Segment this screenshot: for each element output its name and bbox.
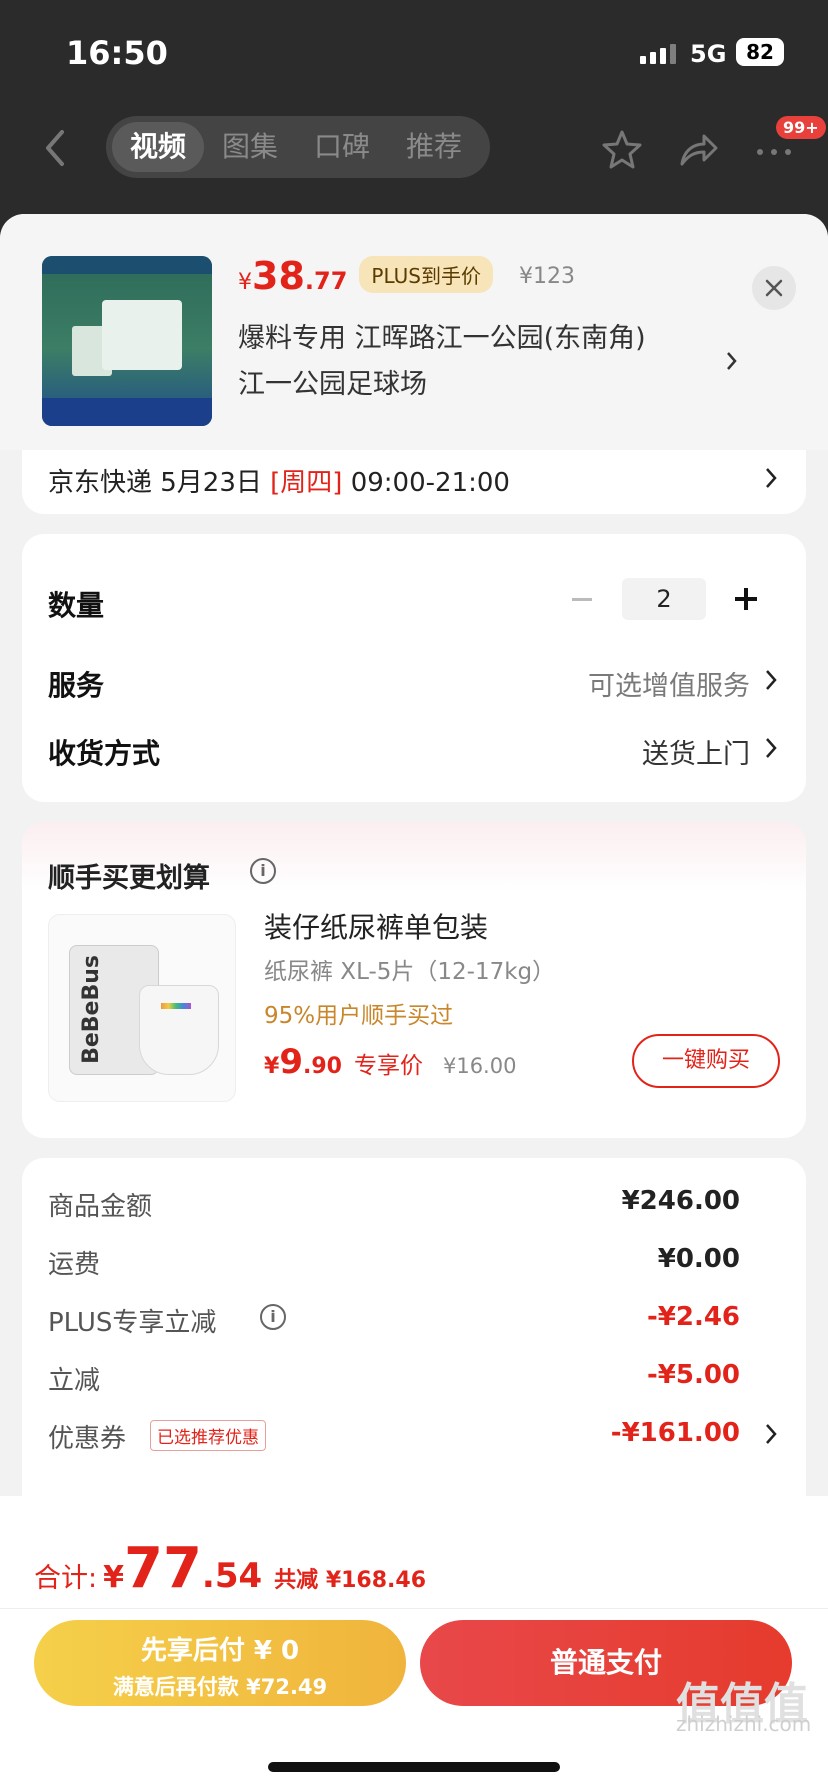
price-decimal: .77	[304, 267, 348, 295]
divider	[0, 1608, 828, 1609]
total-symbol: ¥	[103, 1560, 124, 1595]
quantity-label: 数量	[48, 589, 105, 622]
status-bar: 16:50 5G 82	[0, 0, 828, 100]
close-icon	[765, 279, 783, 297]
delivery-weekday: [周四]	[270, 468, 343, 498]
back-icon[interactable]	[40, 128, 70, 168]
bundle-price: ¥ 9 .90 专享价 ¥16.00	[264, 1042, 516, 1082]
bundle-price-tag: 专享价	[353, 1053, 423, 1079]
close-button[interactable]	[752, 266, 796, 310]
delivery-info: 京东快递 5月23日 [周四] 09:00-21:00	[48, 462, 510, 499]
chevron-right-icon	[766, 738, 777, 758]
coupon-value[interactable]: -¥161.00	[611, 1418, 740, 1448]
bundle-bought-hint: 95%用户顺手买过	[264, 1003, 454, 1029]
signal-icon	[640, 44, 676, 64]
total-decimal: .54	[201, 1556, 263, 1596]
bundle-product-name[interactable]: 装仔纸尿裤单包装	[264, 906, 488, 946]
bundle-product-image[interactable]: BeBeBus	[48, 914, 236, 1102]
summary-label: 立减	[48, 1366, 101, 1396]
summary-label: 商品金额	[48, 1192, 153, 1222]
plus-price-tag: PLUS到手价	[359, 256, 493, 293]
service-label: 服务	[48, 669, 105, 702]
quantity-input[interactable]: 2	[622, 578, 706, 620]
battery-icon: 82	[736, 38, 784, 66]
bundle-card: 顺手买更划算 i BeBeBus 装仔纸尿裤单包装 纸尿裤 XL-5片（12-1…	[22, 822, 806, 1138]
one-click-buy-button[interactable]: 一键购买	[632, 1034, 780, 1088]
delivery-carrier-date: 京东快递 5月23日	[48, 468, 271, 498]
service-value[interactable]: 可选增值服务	[588, 664, 750, 703]
coupon-label[interactable]: 优惠券	[48, 1418, 126, 1455]
bundle-original-price: ¥16.00	[442, 1054, 517, 1078]
pay-later-button[interactable]: 先享后付 ¥ 0 满意后再付款 ¥72.49	[34, 1620, 406, 1706]
bundle-price-integer: 9	[279, 1042, 303, 1082]
product-price: ¥ 38 .77 PLUS到手价 ¥123	[238, 254, 575, 299]
message-badge: 99+	[776, 116, 826, 139]
chevron-right-icon	[766, 670, 777, 690]
chevron-right-icon	[766, 1424, 777, 1444]
tab-gallery[interactable]: 图集	[204, 122, 296, 172]
bundle-price-decimal: .90	[302, 1054, 342, 1079]
total-label: 合计:	[34, 1563, 98, 1594]
summary-value: ¥0.00	[657, 1244, 740, 1274]
product-thumbnail	[42, 256, 212, 426]
summary-value: ¥246.00	[621, 1186, 740, 1216]
price-integer: 38	[252, 254, 305, 298]
options-card: 数量 2 服务 可选增值服务 收货方式 送货上门	[22, 534, 806, 802]
decrease-button[interactable]	[562, 579, 602, 619]
price-symbol: ¥	[238, 270, 252, 295]
media-tabs: 视频 图集 口碑 推荐	[106, 116, 490, 178]
top-nav: 视频 图集 口碑 推荐 99+	[0, 108, 828, 188]
bundle-image-brand: BeBeBus	[79, 955, 104, 1064]
address-line-2: 江一公园足球场	[238, 369, 427, 400]
increase-button[interactable]	[726, 579, 766, 619]
summary-label: PLUS专享立减	[48, 1308, 217, 1338]
tab-recommend[interactable]: 推荐	[388, 122, 480, 172]
bundle-price-symbol: ¥	[264, 1054, 280, 1079]
shipping-address[interactable]: 爆料专用 江晖路江一公园(东南角) 江一公园足球场	[238, 316, 718, 408]
home-indicator[interactable]	[268, 1762, 560, 1772]
bundle-title: 顺手买更划算	[48, 863, 210, 894]
product-header: ¥ 38 .77 PLUS到手价 ¥123 爆料专用 江晖路江一公园(东南角) …	[0, 214, 828, 450]
network-label: 5G	[690, 40, 727, 68]
shipping-method-value[interactable]: 送货上门	[642, 732, 750, 771]
star-icon[interactable]	[600, 128, 644, 172]
total-integer: 77	[123, 1536, 202, 1601]
chevron-right-icon	[727, 352, 737, 370]
quantity-stepper: 2	[562, 578, 766, 620]
address-line-1: 爆料专用 江晖路江一公园(东南角)	[238, 323, 646, 354]
watermark: zhizhizhi.com	[676, 1712, 812, 1736]
coupon-tag: 已选推荐优惠	[150, 1420, 266, 1451]
pay-later-subtitle: 满意后再付款 ¥72.49	[112, 1675, 328, 1699]
info-icon[interactable]: i	[260, 1304, 286, 1330]
delivery-time: 09:00-21:00	[342, 468, 510, 498]
share-icon[interactable]	[676, 128, 720, 172]
bundle-product-spec: 纸尿裤 XL-5片（12-17kg）	[264, 959, 556, 985]
checkout-bar: 合计: ¥ 77 .54 共减 ¥168.46 先享后付 ¥ 0 满意后再付款 …	[0, 1496, 828, 1792]
shipping-method-label: 收货方式	[48, 737, 161, 770]
total-saving: 共减 ¥168.46	[274, 1568, 427, 1593]
pay-later-title: 先享后付 ¥ 0	[140, 1636, 300, 1666]
tab-video[interactable]: 视频	[112, 122, 205, 172]
info-icon[interactable]: i	[250, 858, 276, 884]
status-time: 16:50	[66, 34, 168, 72]
chevron-right-icon	[766, 468, 777, 488]
total-amount: 合计: ¥ 77 .54 共减 ¥168.46	[34, 1536, 426, 1601]
summary-value: -¥2.46	[646, 1302, 740, 1332]
summary-value: -¥5.00	[646, 1360, 740, 1390]
tab-reviews[interactable]: 口碑	[296, 122, 388, 172]
original-price: ¥123	[518, 264, 575, 289]
summary-label: 运费	[48, 1250, 101, 1280]
